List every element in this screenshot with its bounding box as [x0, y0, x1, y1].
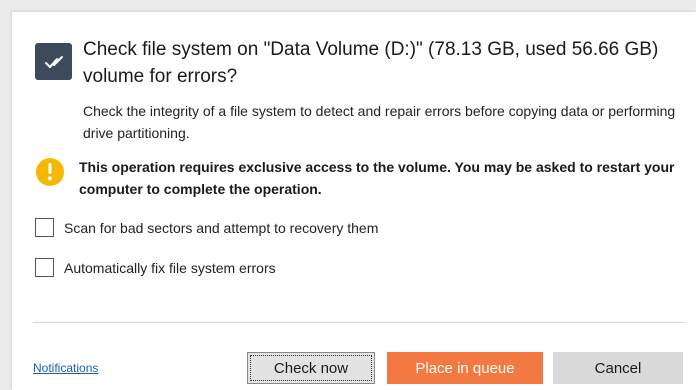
dialog-description: Check the integrity of a file system to …: [83, 103, 676, 141]
footer-divider: [33, 322, 685, 323]
check-file-system-dialog: Check file system on "Data Volume (D:)" …: [12, 12, 696, 390]
auto-fix-errors-label: Automatically fix file system errors: [64, 259, 276, 276]
disk-check-icon: [35, 43, 72, 80]
check-now-button[interactable]: Check now: [247, 352, 375, 384]
auto-fix-errors-option[interactable]: Automatically fix file system errors: [35, 258, 276, 277]
scan-bad-sectors-label: Scan for bad sectors and attempt to reco…: [64, 219, 379, 236]
place-in-queue-button[interactable]: Place in queue: [387, 352, 543, 384]
dialog-title: Check file system on "Data Volume (D:)" …: [83, 39, 659, 87]
notifications-link[interactable]: Notifications: [33, 361, 98, 375]
scan-bad-sectors-option[interactable]: Scan for bad sectors and attempt to reco…: [35, 218, 378, 237]
cancel-button[interactable]: Cancel: [553, 352, 683, 384]
warning-icon: [36, 158, 64, 186]
warning-message: This operation requires exclusive access…: [79, 159, 675, 197]
auto-fix-errors-checkbox[interactable]: [35, 258, 54, 277]
scan-bad-sectors-checkbox[interactable]: [35, 218, 54, 237]
